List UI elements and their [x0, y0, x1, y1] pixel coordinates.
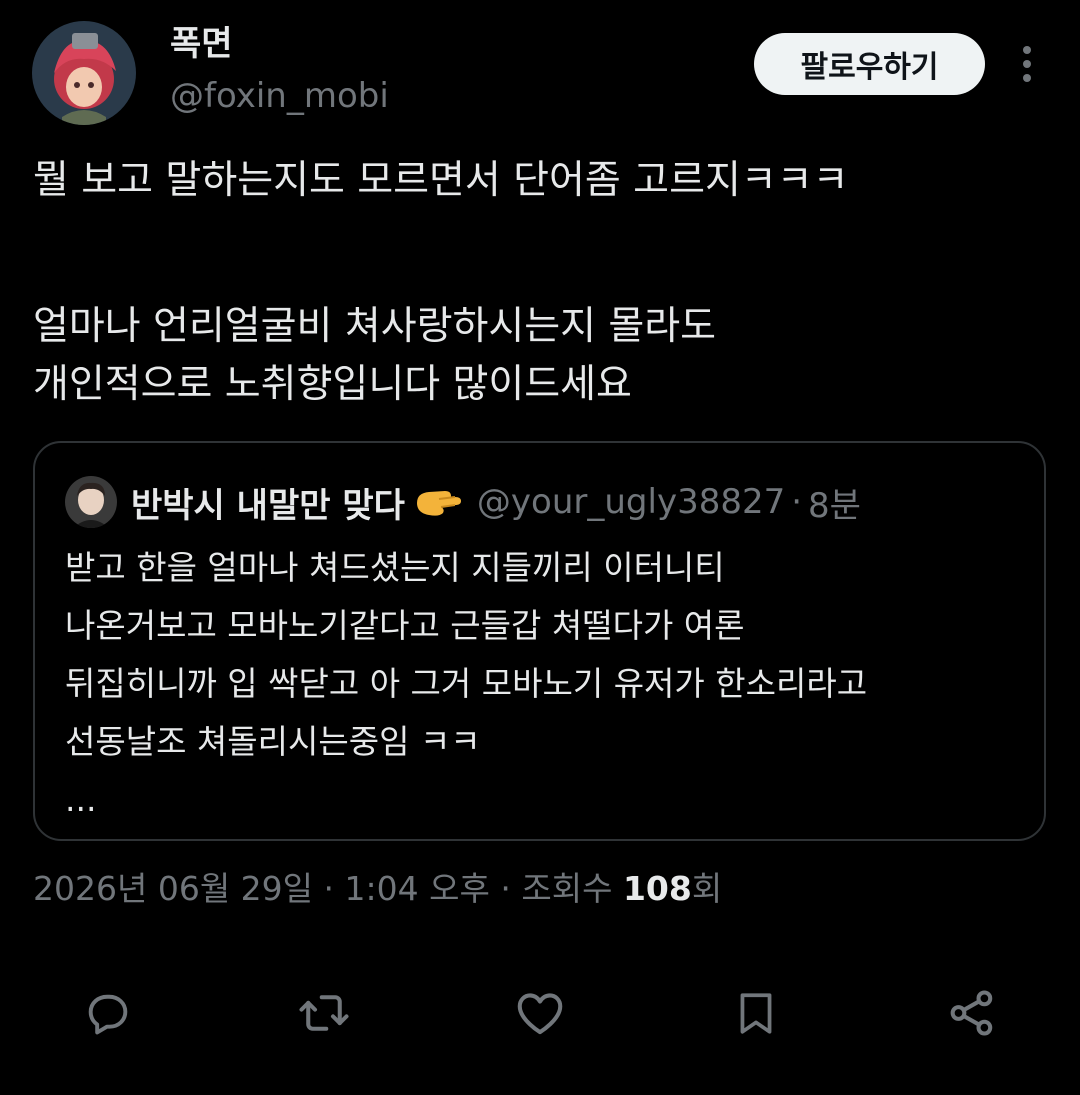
author-display-name[interactable]: 폭면: [170, 22, 233, 66]
retweet-button[interactable]: [296, 985, 352, 1041]
action-bar: [0, 985, 1080, 1045]
bookmark-button[interactable]: [728, 985, 784, 1041]
quoted-author-avatar: [65, 476, 117, 528]
separator-dot: ·: [791, 482, 803, 522]
quoted-author-handle: @your_ugly38827: [476, 482, 786, 522]
like-button[interactable]: [512, 985, 568, 1041]
views-count: 108: [622, 869, 692, 908]
quoted-tweet-text: 받고 한을 얼마나 쳐드셨는지 지들끼리 이터니티 나온거보고 모바노기같다고 …: [65, 539, 1025, 829]
tweet-line: 얼마나 언리얼굴비 쳐사랑하시는지 몰라도: [33, 304, 717, 349]
separator-dot: ·: [323, 869, 335, 908]
quoted-author-name: 반박시 내말만 맞다: [131, 485, 405, 526]
share-button[interactable]: [944, 985, 1000, 1041]
quoted-tweet-line: 나온거보고 모바노기같다고 근들갑 쳐떨다가 여론: [65, 606, 745, 645]
tweet-date: 2026년 06월 29일: [33, 869, 314, 908]
tweet-text: 뭘 보고 말하는지도 모르면서 단어좀 고르지ㅋㅋㅋ 얼마나 언리얼굴비 쳐사랑…: [33, 152, 1043, 414]
quoted-tweet-header: 반박시 내말만 맞다 @your_ugly38827 · 8분: [65, 475, 861, 529]
more-icon-dot: [1023, 74, 1031, 82]
retweet-icon: [299, 995, 349, 1031]
author-handle[interactable]: @foxin_mobi: [170, 74, 389, 118]
more-options-button[interactable]: [1007, 40, 1047, 88]
more-icon: [1023, 46, 1031, 54]
tweet-line: 뭘 보고 말하는지도 모르면서 단어좀 고르지ㅋㅋㅋ: [33, 158, 849, 203]
bookmark-icon: [740, 993, 772, 1034]
heart-icon: [517, 993, 563, 1035]
reply-icon: [88, 994, 128, 1035]
quoted-tweet-line: 뒤집히니까 입 싹닫고 아 그거 모바노기 유저가 한소리라고: [65, 664, 868, 703]
quoted-tweet-time: 8분: [808, 485, 861, 526]
share-icon: [950, 990, 993, 1036]
quoted-tweet-line: 받고 한을 얼마나 쳐드셨는지 지들끼리 이터니티: [65, 548, 725, 587]
tweet-time: 1:04 오후: [344, 869, 490, 908]
reply-button[interactable]: [80, 985, 136, 1041]
quoted-tweet-card[interactable]: 반박시 내말만 맞다 @your_ugly38827 · 8분 받고 한을 얼마…: [33, 441, 1046, 841]
quoted-tweet-ellipsis: ...: [65, 780, 97, 819]
follow-button[interactable]: 팔로우하기: [754, 33, 985, 95]
more-icon-dot: [1023, 60, 1031, 68]
tweet-meta: 2026년 06월 29일 · 1:04 오후 · 조회수 108회: [33, 864, 722, 914]
views-suffix: 회: [691, 869, 723, 908]
author-avatar[interactable]: [32, 21, 136, 125]
pinching-hand-icon: [415, 485, 463, 519]
tweet-line: 개인적으로 노취향입니다 많이드세요: [33, 362, 632, 407]
views-label: 조회수: [521, 869, 613, 908]
separator-dot: ·: [500, 869, 511, 908]
quoted-tweet-line: 선동날조 쳐돌리시는중임 ㅋㅋ: [65, 722, 481, 761]
